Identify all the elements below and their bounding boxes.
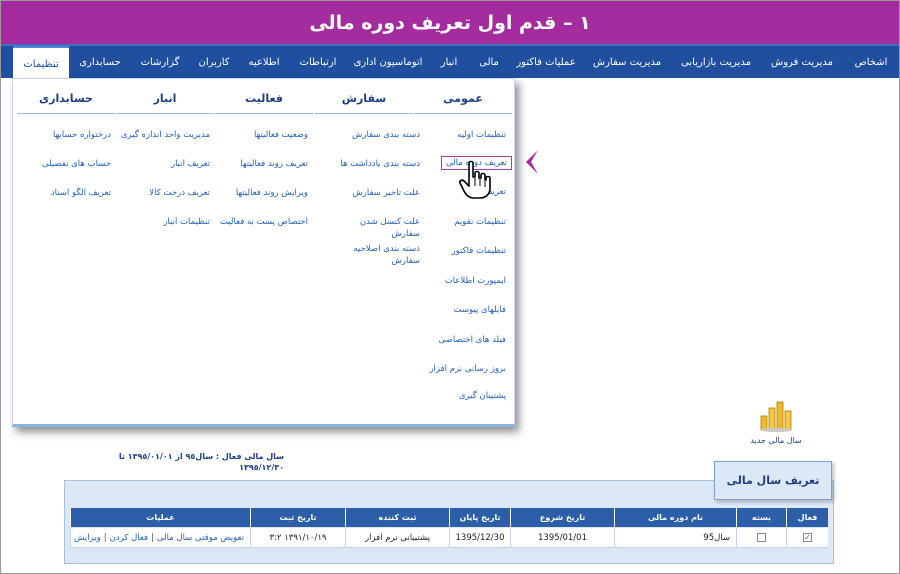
menu-link-warehouse-settings[interactable]: تنظیمات انبار <box>163 216 210 228</box>
col-header-active: فعال <box>786 508 828 527</box>
left-arrow-icon <box>526 150 538 174</box>
hand-cursor-icon <box>459 160 491 199</box>
menu-link-custom-fields[interactable]: فیلد های اختصاصی <box>439 334 506 346</box>
menu-link-account-tree[interactable]: درختواره حسابها <box>53 129 111 141</box>
cell-start-date: 1395/01/01 <box>510 528 614 548</box>
cell-name: سال95 <box>614 528 736 548</box>
menu-link-calendar-settings[interactable]: تنظیمات تقویم <box>454 216 506 228</box>
menu-col-accounting-title: حسابداری <box>17 92 115 114</box>
col-header-reg-date: تاریخ ثبت <box>250 508 345 527</box>
col-header-closed: بسته <box>736 508 786 527</box>
menu-link-define-activity-flow[interactable]: تعریف روند فعالیتها <box>240 158 308 170</box>
menu-link-order-delay-reason[interactable]: علت تاخیر سفارش <box>352 187 420 199</box>
menu-link-detail-accounts[interactable]: حساب های تفصیلی <box>42 158 111 170</box>
nav-item-users[interactable]: کاربران <box>191 46 237 78</box>
nav-item-invoice-ops[interactable]: عملیات فاکتور <box>511 46 581 78</box>
edit-link[interactable]: ویرایش <box>74 533 101 543</box>
nav-item-office-automation[interactable]: اتوماسیون اداری <box>347 46 429 78</box>
col-header-name: نام دوره مالی <box>614 508 736 527</box>
menu-link-invoice-settings[interactable]: تنظیمات فاکتور <box>452 245 506 257</box>
cell-operations: تعویض موقتی سال مالی | فعال کردن | ویرای… <box>70 528 250 548</box>
menu-link-measurement-units[interactable]: مدیریت واحد اندازه گیری <box>121 129 210 141</box>
activate-link[interactable]: فعال کردن <box>110 533 148 543</box>
active-checkbox[interactable]: ✓ <box>803 533 812 542</box>
menu-link-activity-status[interactable]: وضعیت فعالیتها <box>254 129 308 141</box>
page-title-banner: ١ – قدم اول تعریف دوره مالی <box>1 1 899 44</box>
menu-link-define-product-tree[interactable]: تعریف درخت کالا <box>149 187 210 199</box>
nav-item-notices[interactable]: اطلاعیه <box>239 46 289 78</box>
menu-col-warehouse-title: انبار <box>116 92 214 114</box>
cell-end-date: 1395/12/30 <box>449 528 510 548</box>
menu-link-attachments[interactable]: فایلهای پیوست <box>454 304 507 316</box>
menu-link-software-update[interactable]: بروز رسانی نرم افزار <box>429 363 506 375</box>
col-header-operations: عملیات <box>70 508 250 527</box>
nav-item-warehouse[interactable]: انبار <box>431 46 467 78</box>
cell-registrar: پشتیبانی نرم افزار <box>345 528 449 548</box>
menu-link-order-amendment-categories[interactable]: دسته بندی اصلاحیه سفارش <box>340 243 420 267</box>
menu-link-import-data[interactable]: ایمپورت اطلاعات <box>445 275 506 287</box>
menu-link-order-cancel-reason[interactable]: علت کنسل شدن سفارش <box>340 216 420 240</box>
menu-col-general-title: عمومی <box>414 92 512 114</box>
menu-link-order-categories[interactable]: دسته بندی سفارش <box>352 129 420 141</box>
col-header-end-date: تاریخ پایان <box>449 508 510 527</box>
closed-checkbox[interactable] <box>757 533 766 542</box>
nav-item-sales-management[interactable]: مدیریت فروش <box>761 46 843 78</box>
menu-link-note-categories[interactable]: دسته بندی یادداشت ها <box>340 158 420 170</box>
menu-link-edit-activity-flow[interactable]: ویرایش روند فعالیتها <box>236 187 308 199</box>
nav-item-order-management[interactable]: مدیریت سفارش <box>583 46 671 78</box>
menu-link-initial-settings[interactable]: تنظیمات اولیه <box>457 129 506 141</box>
page-title: ١ – قدم اول تعریف دوره مالی <box>309 11 591 34</box>
cell-reg-date: ١٣٩١/١٠/١٩ ٣:٢ <box>250 528 345 548</box>
coins-chart-icon[interactable] <box>758 398 794 432</box>
menu-link-backup[interactable]: پشتیبان گیری <box>459 390 506 402</box>
nav-item-accounting[interactable]: حسابداری <box>71 46 129 78</box>
settings-dropdown-menu: عمومی سفارش فعالیت انبار حسابداری تنظیما… <box>12 78 515 427</box>
new-fiscal-year-link[interactable]: سال مالی جدید <box>736 436 816 445</box>
active-fiscal-year-info: سال مالی فعال : سال٩٥ از ١٣٩٥/٠١/٠١ تا ١… <box>118 452 284 472</box>
menu-link-assign-post-to-activity[interactable]: اختصاص پست به فعالیت <box>220 216 308 228</box>
col-header-start-date: تاریخ شروع <box>510 508 614 527</box>
cell-closed <box>736 528 786 548</box>
op-separator: | <box>103 532 107 543</box>
cell-active: ✓ <box>786 528 828 548</box>
col-header-registrar: ثبت کننده <box>345 508 449 527</box>
menu-link-define-warehouse[interactable]: تعریف انبار <box>171 158 210 170</box>
nav-item-settings[interactable]: تنظیمات <box>13 46 69 80</box>
temp-switch-fiscal-year-link[interactable]: تعویض موقتی سال مالی <box>157 533 244 543</box>
menu-col-order-title: سفارش <box>315 92 413 114</box>
nav-item-financial[interactable]: مالی <box>469 46 509 78</box>
menu-link-document-templates[interactable]: تعریف الگو اسناد <box>51 187 111 199</box>
fiscal-year-panel-title: تعریف سال مالی <box>714 461 832 500</box>
nav-item-reports[interactable]: گزارشات <box>131 46 189 78</box>
nav-item-communications[interactable]: ارتباطات <box>291 46 345 78</box>
menu-col-activity-title: فعالیت <box>215 92 313 114</box>
nav-item-marketing-management[interactable]: مدیریت بازاریابی <box>673 46 759 78</box>
main-nav: تنظیمات حسابداری گزارشات کاربران اطلاعیه… <box>1 44 899 80</box>
nav-item-persons[interactable]: اشخاص <box>845 46 897 78</box>
op-separator: | <box>151 532 154 543</box>
